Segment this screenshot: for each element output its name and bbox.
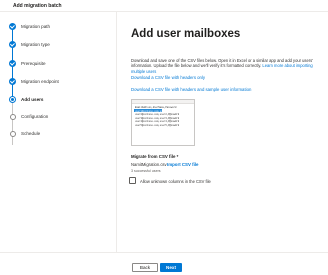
next-button[interactable]: Next	[160, 263, 182, 272]
step-prerequisite[interactable]: Prerequisite	[8, 59, 108, 69]
description-text: Download and save one of the CSV files b…	[131, 58, 323, 74]
panel-header: Add migration batch	[0, 0, 328, 12]
import-csv-button[interactable]: Import CSV file	[167, 162, 198, 167]
panel-divider	[116, 12, 117, 252]
csv-preview-image: EmailAddress,UserName,Password user1@con…	[131, 99, 195, 146]
allow-unknown-columns-option[interactable]: Allow unknown columns in the CSV file	[129, 177, 249, 185]
step-migration-path[interactable]: Migration path	[8, 22, 108, 32]
step-complete-icon	[9, 60, 16, 67]
page-title: Add user mailboxes	[131, 28, 241, 40]
csv-file-row: NamitMigration.csv Import CSV file	[131, 162, 251, 168]
step-current-icon	[9, 96, 16, 103]
validation-status: 3 successful users	[131, 168, 161, 173]
step-configuration: Configuration	[8, 112, 108, 122]
step-label: Prerequisite	[21, 61, 46, 66]
step-label: Migration path	[21, 24, 51, 29]
back-button[interactable]: Back	[132, 263, 158, 272]
step-complete-icon	[9, 78, 16, 85]
wizard-stepper: Migration path Migration type Prerequisi…	[8, 22, 108, 222]
csv-field-label: Migrate from CSV file *	[131, 154, 179, 159]
step-add-users[interactable]: Add users	[8, 95, 108, 105]
step-migration-endpoint[interactable]: Migration endpoint	[8, 77, 108, 87]
step-migration-type[interactable]: Migration type	[8, 40, 108, 50]
download-headers-sample-link[interactable]: Download a CSV file with headers and sam…	[131, 87, 251, 92]
step-label: Add users	[21, 97, 44, 102]
step-label: Migration type	[21, 42, 50, 47]
wizard-footer: Back Next	[0, 252, 328, 275]
step-complete-icon	[9, 41, 16, 48]
preview-toolbar	[132, 100, 194, 104]
step-label: Configuration	[21, 114, 49, 119]
checkbox-label: Allow unknown columns in the CSV file	[140, 178, 211, 184]
allow-unknown-columns-checkbox[interactable]	[129, 177, 136, 184]
step-pending-icon	[9, 130, 16, 137]
step-complete-icon	[9, 23, 16, 30]
selected-file-name: NamitMigration.csv	[131, 162, 167, 167]
download-headers-only-link[interactable]: Download a CSV file with headers only	[131, 75, 205, 80]
panel-title: Add migration batch	[13, 3, 62, 9]
preview-line: user5@contoso.com,user5,P@ssw0rd	[135, 123, 180, 127]
step-pending-icon	[9, 113, 16, 120]
step-label: Schedule	[21, 131, 41, 136]
step-schedule: Schedule	[8, 129, 108, 139]
step-label: Migration endpoint	[21, 79, 59, 84]
